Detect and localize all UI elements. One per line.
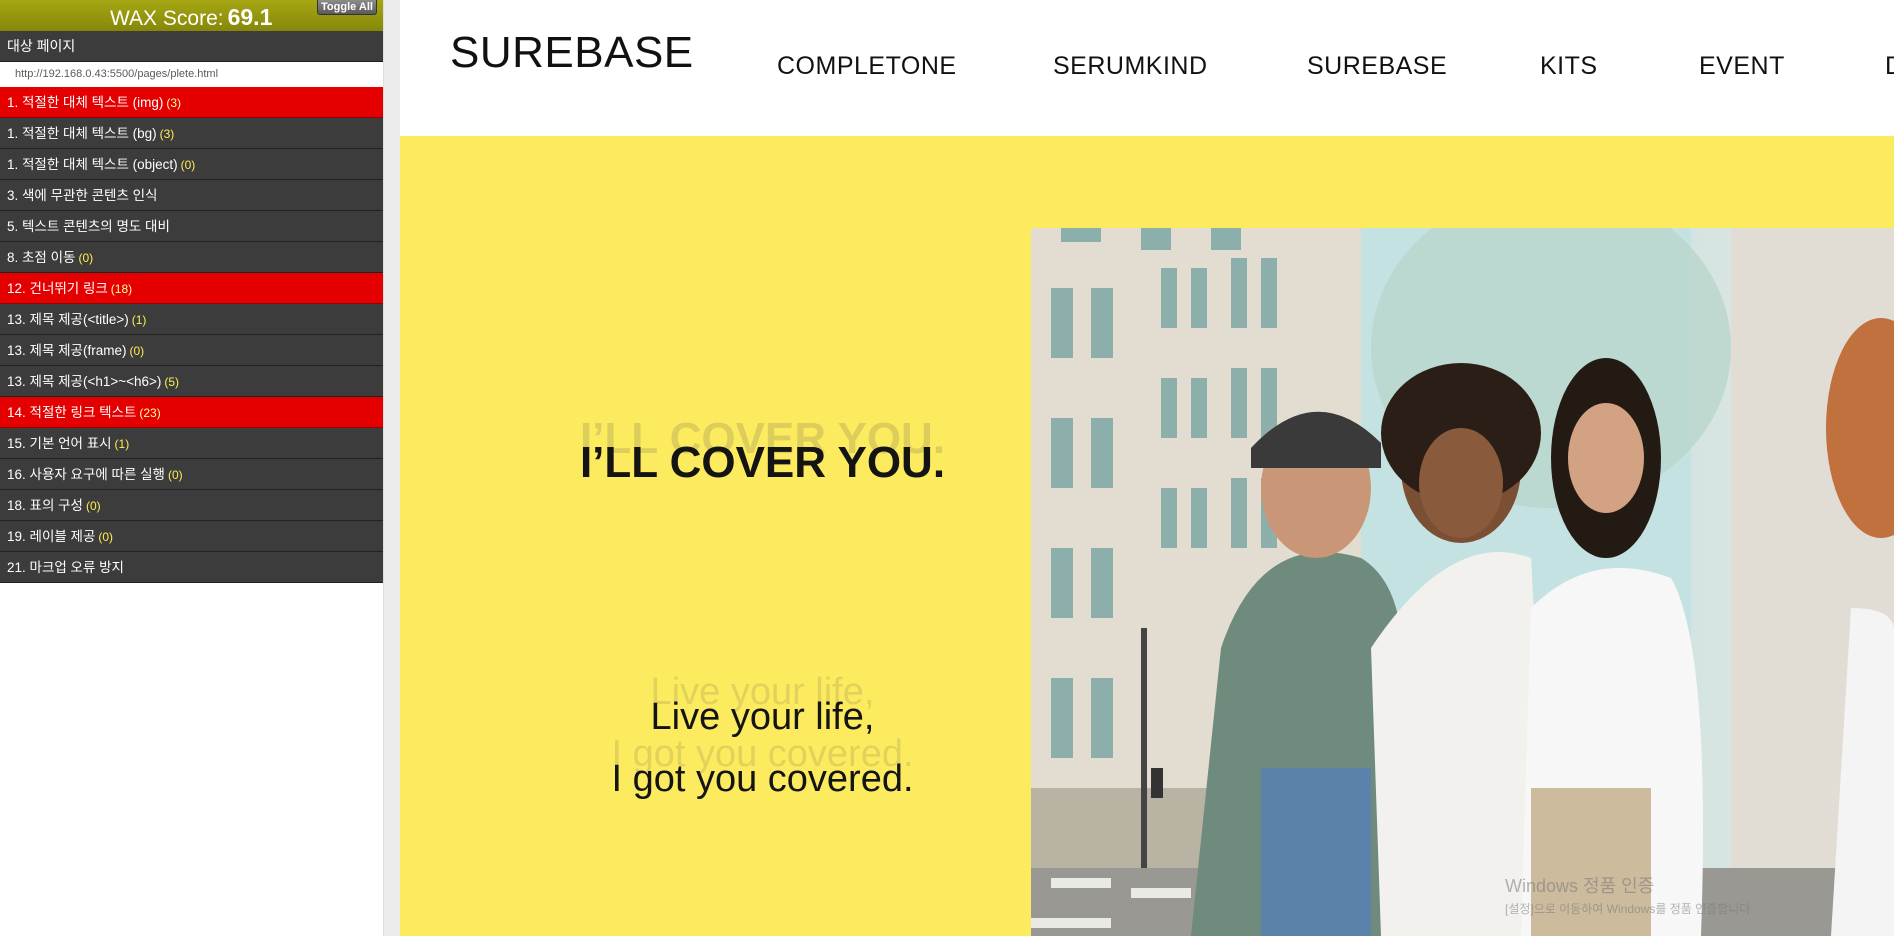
wax-check-item[interactable]: 19. 레이블 제공 (0) <box>0 521 383 552</box>
wax-check-count: (23) <box>139 406 161 420</box>
wax-check-label: 15. 기본 언어 표시 <box>7 436 112 451</box>
nav-item-serumkind[interactable]: SERUMKIND <box>1053 52 1208 81</box>
wax-check-label: 16. 사용자 요구에 따른 실행 <box>7 467 165 482</box>
panel-scroll-divider[interactable] <box>383 0 400 936</box>
nav-item-completone[interactable]: COMPLETONE <box>777 52 957 81</box>
site-preview: SUREBASE COMPLETONE SERUMKIND SUREBASE K… <box>400 0 1894 936</box>
windows-watermark-line-1: Windows 정품 인증 <box>1505 876 1655 896</box>
wax-check-count: (5) <box>164 375 180 389</box>
wax-check-count: (0) <box>129 344 145 358</box>
wax-check-count: (0) <box>167 468 183 482</box>
nav-item-kits[interactable]: KITS <box>1540 52 1598 81</box>
wax-check-count: (0) <box>180 158 196 172</box>
hero-subtitle-line-2: I got you covered. <box>611 758 914 800</box>
wax-score: WAX Score: 69.1 <box>110 4 272 31</box>
hero-subtitle: Live your life, I got you covered. <box>540 686 985 810</box>
wax-check-item[interactable]: 13. 제목 제공(<title>) (1) <box>0 304 383 335</box>
wax-check-label: 1. 적절한 대체 텍스트 (img) <box>7 95 164 110</box>
wax-check-label: 5. 텍스트 콘텐츠의 명도 대비 <box>7 219 170 234</box>
hero-title: I’LL COVER YOU. <box>579 438 946 487</box>
wax-check-label: 13. 제목 제공(frame) <box>7 343 127 358</box>
wax-check-item[interactable]: 21. 마크업 오류 방지 <box>0 552 383 583</box>
wax-check-item[interactable]: 15. 기본 언어 표시 (1) <box>0 428 383 459</box>
wax-check-count: (0) <box>85 499 101 513</box>
wax-check-count: (3) <box>159 127 175 141</box>
wax-check-count: (0) <box>98 530 114 544</box>
site-logo[interactable]: SUREBASE <box>450 28 694 78</box>
wax-check-label: 3. 색에 무관한 콘텐츠 인식 <box>7 188 158 203</box>
wax-check-item[interactable]: 1. 적절한 대체 텍스트 (img) (3) <box>0 87 383 118</box>
wax-check-item[interactable]: 8. 초점 이동 (0) <box>0 242 383 273</box>
hero-section: I’LL COVER YOU. I’LL COVER YOU. Live you… <box>400 136 1894 936</box>
target-page-label: 대상 페이지 <box>0 31 383 62</box>
site-header: SUREBASE COMPLETONE SERUMKIND SUREBASE K… <box>400 0 1894 136</box>
wax-check-item[interactable]: 12. 건너뛰기 링크 (18) <box>0 273 383 304</box>
windows-activation-watermark: Windows 정품 인증 [설정]으로 이동하여 Windows를 정품 인증… <box>1505 872 1754 917</box>
wax-check-label: 18. 표의 구성 <box>7 498 83 513</box>
wax-check-item[interactable]: 13. 제목 제공(frame) (0) <box>0 335 383 366</box>
hero-photo-illustration <box>1031 228 1894 936</box>
wax-check-label: 1. 적절한 대체 텍스트 (object) <box>7 157 178 172</box>
wax-check-label: 14. 적절한 링크 텍스트 <box>7 405 137 420</box>
wax-check-count: (18) <box>110 282 133 296</box>
wax-check-count: (3) <box>166 96 182 110</box>
nav-item-surebase[interactable]: SUREBASE <box>1307 52 1447 81</box>
wax-check-item[interactable]: 18. 표의 구성 (0) <box>0 490 383 521</box>
wax-check-item[interactable]: 14. 적절한 링크 텍스트 (23) <box>0 397 383 428</box>
wax-check-label: 19. 레이블 제공 <box>7 529 96 544</box>
wax-check-label: 21. 마크업 오류 방지 <box>7 560 124 575</box>
nav-item-event[interactable]: EVENT <box>1699 52 1785 81</box>
wax-check-list: 1. 적절한 대체 텍스트 (img) (3) 1. 적절한 대체 텍스트 (bg)… <box>0 87 383 583</box>
wax-check-item[interactable]: 5. 텍스트 콘텐츠의 명도 대비 <box>0 211 383 242</box>
wax-check-item[interactable]: 3. 색에 무관한 콘텐츠 인식 <box>0 180 383 211</box>
wax-check-label: 12. 건너뛰기 링크 <box>7 281 108 296</box>
hero-subtitle-line-1: Live your life, <box>650 696 875 738</box>
target-page-url[interactable]: http://192.168.0.43:5500/pages/plete.htm… <box>0 62 383 87</box>
nav-item-truncated[interactable]: D <box>1885 52 1894 81</box>
wax-check-item[interactable]: 1. 적절한 대체 텍스트 (bg) (3) <box>0 118 383 149</box>
wax-check-label: 1. 적절한 대체 텍스트 (bg) <box>7 126 157 141</box>
wax-score-bar: WAX Score: 69.1 Toggle All <box>0 0 383 31</box>
toggle-all-button[interactable]: Toggle All <box>317 0 377 15</box>
wax-check-item[interactable]: 13. 제목 제공(<h1>~<h6>) (5) <box>0 366 383 397</box>
wax-check-item[interactable]: 1. 적절한 대체 텍스트 (object) (0) <box>0 149 383 180</box>
wax-check-count: (0) <box>78 251 94 265</box>
hero-photo <box>1031 228 1894 936</box>
wax-score-label: WAX Score: <box>110 7 224 30</box>
wax-check-item[interactable]: 16. 사용자 요구에 따른 실행 (0) <box>0 459 383 490</box>
wax-panel: WAX Score: 69.1 Toggle All 대상 페이지 http://… <box>0 0 383 936</box>
wax-check-count: (1) <box>114 437 130 451</box>
wax-check-count: (1) <box>131 313 147 327</box>
wax-check-label: 8. 초점 이동 <box>7 250 76 265</box>
windows-watermark-line-2: [설정]으로 이동하여 Windows를 정품 인증합니다. <box>1505 902 1754 916</box>
wax-check-label: 13. 제목 제공(<h1>~<h6>) <box>7 374 162 389</box>
wax-check-label: 13. 제목 제공(<title>) <box>7 312 129 327</box>
wax-score-value: 69.1 <box>227 4 273 30</box>
